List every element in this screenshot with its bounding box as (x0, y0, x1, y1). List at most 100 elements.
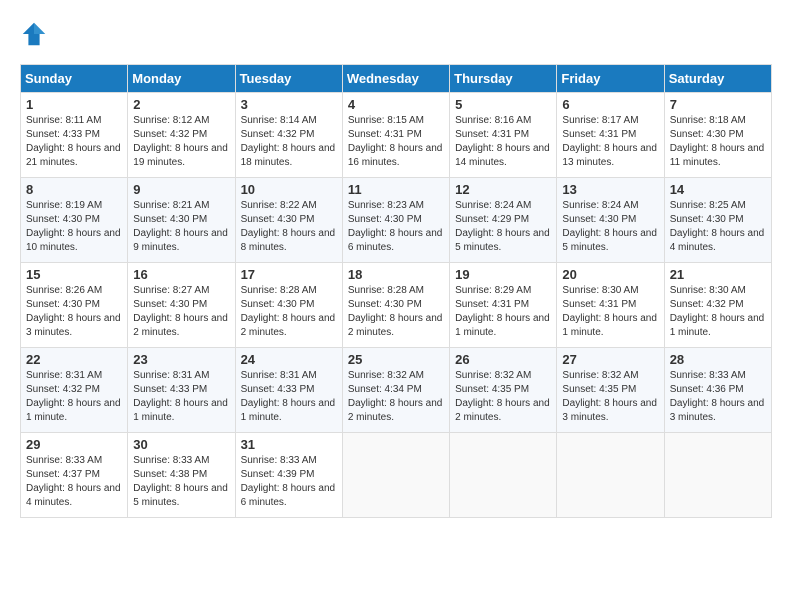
daylight-label: Daylight: 8 hours and 10 minutes. (26, 228, 121, 253)
calendar-header-day: Sunday (21, 65, 128, 93)
calendar-day-cell: 28 Sunrise: 8:33 AM Sunset: 4:36 PM Dayl… (664, 348, 771, 433)
sunset-label: Sunset: 4:32 PM (670, 299, 744, 310)
day-info: Sunrise: 8:25 AM Sunset: 4:30 PM Dayligh… (670, 199, 766, 255)
day-number: 8 (26, 182, 122, 197)
day-number: 19 (455, 267, 551, 282)
sunset-label: Sunset: 4:31 PM (562, 299, 636, 310)
calendar-day-cell: 26 Sunrise: 8:32 AM Sunset: 4:35 PM Dayl… (450, 348, 557, 433)
day-info: Sunrise: 8:28 AM Sunset: 4:30 PM Dayligh… (241, 284, 337, 340)
daylight-label: Daylight: 8 hours and 3 minutes. (26, 313, 121, 338)
day-number: 4 (348, 97, 444, 112)
sunset-label: Sunset: 4:30 PM (562, 214, 636, 225)
calendar-day-cell: 19 Sunrise: 8:29 AM Sunset: 4:31 PM Dayl… (450, 263, 557, 348)
calendar-week-row: 29 Sunrise: 8:33 AM Sunset: 4:37 PM Dayl… (21, 433, 772, 518)
calendar-day-cell (450, 433, 557, 518)
sunset-label: Sunset: 4:30 PM (348, 299, 422, 310)
calendar-week-row: 1 Sunrise: 8:11 AM Sunset: 4:33 PM Dayli… (21, 93, 772, 178)
sunset-label: Sunset: 4:30 PM (348, 214, 422, 225)
sunrise-label: Sunrise: 8:27 AM (133, 285, 209, 296)
logo-icon (20, 20, 48, 48)
sunset-label: Sunset: 4:30 PM (133, 299, 207, 310)
sunrise-label: Sunrise: 8:31 AM (26, 370, 102, 381)
calendar-header-day: Monday (128, 65, 235, 93)
sunrise-label: Sunrise: 8:28 AM (241, 285, 317, 296)
sunset-label: Sunset: 4:34 PM (348, 384, 422, 395)
sunrise-label: Sunrise: 8:31 AM (133, 370, 209, 381)
sunrise-label: Sunrise: 8:30 AM (670, 285, 746, 296)
day-number: 2 (133, 97, 229, 112)
day-number: 17 (241, 267, 337, 282)
sunrise-label: Sunrise: 8:23 AM (348, 200, 424, 211)
sunrise-label: Sunrise: 8:17 AM (562, 115, 638, 126)
day-info: Sunrise: 8:33 AM Sunset: 4:37 PM Dayligh… (26, 454, 122, 510)
calendar-day-cell: 20 Sunrise: 8:30 AM Sunset: 4:31 PM Dayl… (557, 263, 664, 348)
day-number: 30 (133, 437, 229, 452)
day-info: Sunrise: 8:28 AM Sunset: 4:30 PM Dayligh… (348, 284, 444, 340)
daylight-label: Daylight: 8 hours and 2 minutes. (348, 398, 443, 423)
calendar-day-cell: 16 Sunrise: 8:27 AM Sunset: 4:30 PM Dayl… (128, 263, 235, 348)
day-number: 15 (26, 267, 122, 282)
daylight-label: Daylight: 8 hours and 4 minutes. (670, 228, 765, 253)
sunrise-label: Sunrise: 8:33 AM (133, 455, 209, 466)
daylight-label: Daylight: 8 hours and 2 minutes. (133, 313, 228, 338)
day-info: Sunrise: 8:12 AM Sunset: 4:32 PM Dayligh… (133, 114, 229, 170)
day-number: 9 (133, 182, 229, 197)
sunrise-label: Sunrise: 8:24 AM (455, 200, 531, 211)
calendar-day-cell: 12 Sunrise: 8:24 AM Sunset: 4:29 PM Dayl… (450, 178, 557, 263)
daylight-label: Daylight: 8 hours and 2 minutes. (348, 313, 443, 338)
calendar-header-day: Friday (557, 65, 664, 93)
sunrise-label: Sunrise: 8:32 AM (455, 370, 531, 381)
calendar-header-day: Wednesday (342, 65, 449, 93)
day-number: 6 (562, 97, 658, 112)
day-number: 1 (26, 97, 122, 112)
day-info: Sunrise: 8:24 AM Sunset: 4:29 PM Dayligh… (455, 199, 551, 255)
calendar-week-row: 22 Sunrise: 8:31 AM Sunset: 4:32 PM Dayl… (21, 348, 772, 433)
sunrise-label: Sunrise: 8:14 AM (241, 115, 317, 126)
day-info: Sunrise: 8:24 AM Sunset: 4:30 PM Dayligh… (562, 199, 658, 255)
calendar-day-cell: 25 Sunrise: 8:32 AM Sunset: 4:34 PM Dayl… (342, 348, 449, 433)
daylight-label: Daylight: 8 hours and 3 minutes. (670, 398, 765, 423)
day-info: Sunrise: 8:11 AM Sunset: 4:33 PM Dayligh… (26, 114, 122, 170)
calendar-day-cell: 27 Sunrise: 8:32 AM Sunset: 4:35 PM Dayl… (557, 348, 664, 433)
sunset-label: Sunset: 4:32 PM (241, 129, 315, 140)
calendar-header-day: Thursday (450, 65, 557, 93)
logo (20, 20, 52, 48)
day-number: 27 (562, 352, 658, 367)
day-number: 29 (26, 437, 122, 452)
sunset-label: Sunset: 4:31 PM (455, 299, 529, 310)
calendar-day-cell: 15 Sunrise: 8:26 AM Sunset: 4:30 PM Dayl… (21, 263, 128, 348)
sunrise-label: Sunrise: 8:30 AM (562, 285, 638, 296)
day-info: Sunrise: 8:14 AM Sunset: 4:32 PM Dayligh… (241, 114, 337, 170)
sunrise-label: Sunrise: 8:16 AM (455, 115, 531, 126)
sunset-label: Sunset: 4:30 PM (26, 299, 100, 310)
sunrise-label: Sunrise: 8:33 AM (26, 455, 102, 466)
calendar-day-cell: 6 Sunrise: 8:17 AM Sunset: 4:31 PM Dayli… (557, 93, 664, 178)
daylight-label: Daylight: 8 hours and 6 minutes. (241, 483, 336, 508)
sunrise-label: Sunrise: 8:22 AM (241, 200, 317, 211)
calendar-day-cell (557, 433, 664, 518)
day-info: Sunrise: 8:17 AM Sunset: 4:31 PM Dayligh… (562, 114, 658, 170)
sunset-label: Sunset: 4:38 PM (133, 469, 207, 480)
sunset-label: Sunset: 4:30 PM (241, 214, 315, 225)
daylight-label: Daylight: 8 hours and 21 minutes. (26, 143, 121, 168)
day-number: 3 (241, 97, 337, 112)
sunrise-label: Sunrise: 8:18 AM (670, 115, 746, 126)
day-info: Sunrise: 8:32 AM Sunset: 4:35 PM Dayligh… (455, 369, 551, 425)
sunset-label: Sunset: 4:31 PM (348, 129, 422, 140)
day-info: Sunrise: 8:31 AM Sunset: 4:33 PM Dayligh… (133, 369, 229, 425)
calendar-day-cell: 30 Sunrise: 8:33 AM Sunset: 4:38 PM Dayl… (128, 433, 235, 518)
day-number: 5 (455, 97, 551, 112)
calendar-day-cell: 1 Sunrise: 8:11 AM Sunset: 4:33 PM Dayli… (21, 93, 128, 178)
day-info: Sunrise: 8:31 AM Sunset: 4:32 PM Dayligh… (26, 369, 122, 425)
day-number: 22 (26, 352, 122, 367)
sunset-label: Sunset: 4:31 PM (455, 129, 529, 140)
daylight-label: Daylight: 8 hours and 3 minutes. (562, 398, 657, 423)
day-number: 16 (133, 267, 229, 282)
day-number: 13 (562, 182, 658, 197)
daylight-label: Daylight: 8 hours and 11 minutes. (670, 143, 765, 168)
sunrise-label: Sunrise: 8:32 AM (348, 370, 424, 381)
day-number: 20 (562, 267, 658, 282)
day-info: Sunrise: 8:26 AM Sunset: 4:30 PM Dayligh… (26, 284, 122, 340)
day-info: Sunrise: 8:21 AM Sunset: 4:30 PM Dayligh… (133, 199, 229, 255)
sunrise-label: Sunrise: 8:21 AM (133, 200, 209, 211)
